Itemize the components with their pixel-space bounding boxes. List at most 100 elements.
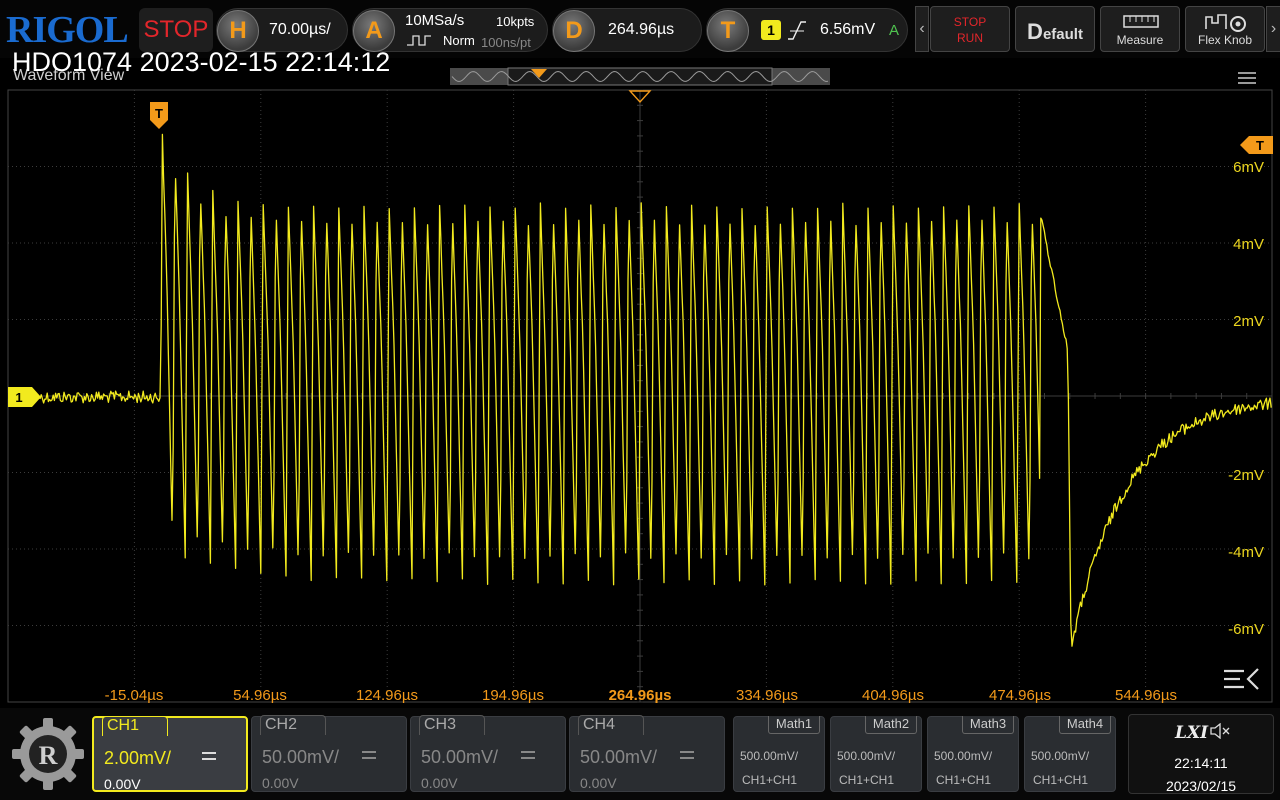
- y-tick-label: -4mV: [1228, 544, 1264, 561]
- ch1-trace: [39, 133, 1272, 647]
- dc-coupling-icon: [680, 751, 694, 759]
- svg-text:R: R: [39, 741, 58, 770]
- x-tick-label: 194.96µs: [481, 687, 545, 704]
- flex-knob-icon: [1205, 14, 1246, 32]
- toolbar-scroll-right-button[interactable]: ›: [1266, 6, 1280, 52]
- y-tick-label: 6mV: [1233, 159, 1264, 176]
- math3-panel[interactable]: Math3 500.00mV/ CH1+CH1: [927, 716, 1019, 792]
- x-tick-label: 124.96µs: [355, 687, 419, 704]
- ch1-offset-marker[interactable]: 1: [8, 387, 41, 407]
- math2-panel[interactable]: Math2 500.00mV/ CH1+CH1: [830, 716, 922, 792]
- math1-panel[interactable]: Math1 500.00mV/ CH1+CH1: [733, 716, 825, 792]
- timebase-value: 70.00µs/: [269, 21, 331, 38]
- ch4-scale: 50.00mV/: [580, 747, 658, 767]
- x-tick-label: 474.96µs: [988, 687, 1052, 704]
- ch1-offset-label: 1: [15, 390, 22, 405]
- bottom-channel-bar: R CH1 2.00mV/ 0.00V CH2 50.00mV/ 0.00V C…: [0, 708, 1280, 800]
- y-tick-label: 2mV: [1233, 313, 1264, 330]
- math2-source: CH1+CH1: [839, 773, 895, 787]
- trigger-icon: T: [707, 10, 749, 52]
- ch3-offset: 0.00V: [421, 775, 458, 791]
- stop-run-button[interactable]: STOP RUN: [930, 6, 1010, 52]
- trigger-status: A: [889, 22, 900, 39]
- flex-knob-button[interactable]: Flex Knob: [1185, 6, 1265, 52]
- dc-coupling-icon: [202, 752, 216, 760]
- ruler-icon: [1123, 15, 1159, 28]
- dc-coupling-icon: [521, 751, 535, 759]
- memory-depth: 10kpts: [496, 14, 535, 29]
- math3-scale: 500.00mV/: [934, 749, 993, 763]
- trigger-level: 6.56mV: [820, 21, 876, 38]
- math1-tab: Math1: [768, 716, 820, 734]
- ch1-offset: 0.00V: [104, 776, 141, 792]
- trigger-level-label: T: [1256, 138, 1264, 153]
- ch3-panel[interactable]: CH3 50.00mV/ 0.00V: [410, 715, 566, 792]
- menu-icon[interactable]: [1238, 72, 1256, 84]
- math4-scale: 500.00mV/: [1031, 749, 1090, 763]
- x-tick-label: 544.96µs: [1114, 687, 1178, 704]
- flex-knob-label: Flex Knob: [1197, 33, 1253, 47]
- ch2-tab: CH2: [260, 715, 326, 735]
- stop-run-bottom-label: RUN: [957, 31, 983, 45]
- lxi-icon[interactable]: LXI: [1175, 723, 1208, 743]
- math4-source: CH1+CH1: [1033, 773, 1089, 787]
- default-button[interactable]: Default: [1015, 6, 1095, 52]
- acquire-mode-icon: [407, 35, 431, 46]
- ch4-panel[interactable]: CH4 50.00mV/ 0.00V: [569, 715, 725, 792]
- x-tick-label: 404.96µs: [861, 687, 925, 704]
- ch2-scale: 50.00mV/: [262, 747, 340, 767]
- rigol-logo: RIGOL: [6, 9, 129, 51]
- rising-edge-icon: [788, 21, 806, 40]
- dc-coupling-icon: [362, 751, 376, 759]
- toolbar-scroll-left-button[interactable]: ‹: [915, 6, 929, 52]
- measure-button[interactable]: Measure: [1100, 6, 1180, 52]
- ch1-tab: CH1: [102, 716, 168, 736]
- math3-tab: Math3: [962, 716, 1014, 734]
- memory-view-window[interactable]: [507, 67, 773, 86]
- status-clock-panel[interactable]: LXI 22:14:11 2023/02/15: [1128, 714, 1274, 794]
- math4-tab: Math4: [1059, 716, 1111, 734]
- trigger-level-marker[interactable]: T: [1240, 136, 1273, 154]
- device-timestamp-caption: HDO1074 2023-02-15 22:14:12: [12, 47, 391, 77]
- y-tick-label: -2mV: [1228, 467, 1264, 484]
- measure-label: Measure: [1116, 33, 1164, 47]
- waveform-view[interactable]: T T 1 6mV 4mV 2mV -2mV -4mV -6mV -15.04µ…: [0, 62, 1280, 710]
- x-tick-label-center: 264.96µs: [608, 687, 672, 704]
- home-gear-icon[interactable]: R: [8, 714, 88, 794]
- trigger-source-badge: 1: [761, 20, 781, 40]
- zoom-menu-icon[interactable]: [1224, 668, 1259, 690]
- delay-control[interactable]: D 264.96µs: [552, 8, 702, 52]
- math2-scale: 500.00mV/: [837, 749, 896, 763]
- stop-run-top-label: STOP: [953, 15, 987, 29]
- ch4-tab: CH4: [578, 715, 644, 735]
- x-tick-label: 334.96µs: [735, 687, 799, 704]
- ch3-tab: CH3: [419, 715, 485, 735]
- speaker-muted-icon[interactable]: [1209, 723, 1231, 739]
- waveform-display[interactable]: T T 1: [0, 62, 1280, 710]
- delay-icon: D: [553, 10, 595, 52]
- ch2-offset: 0.00V: [262, 775, 299, 791]
- ch3-scale: 50.00mV/: [421, 747, 499, 767]
- ch1-scale: 2.00mV/: [104, 748, 172, 768]
- ch4-offset: 0.00V: [580, 775, 617, 791]
- math1-scale: 500.00mV/: [740, 749, 799, 763]
- math4-panel[interactable]: Math4 500.00mV/ CH1+CH1: [1024, 716, 1116, 792]
- system-time: 22:14:11: [1174, 755, 1228, 771]
- default-label: Default: [1027, 19, 1083, 44]
- memory-position-bar[interactable]: [450, 67, 830, 86]
- trigger-control[interactable]: T 1 6.56mV A: [706, 8, 908, 52]
- y-tick-label: -6mV: [1228, 621, 1264, 638]
- y-tick-label: 4mV: [1233, 236, 1264, 253]
- math3-source: CH1+CH1: [936, 773, 992, 787]
- acquire-resolution: 100ns/pt: [481, 35, 531, 50]
- math1-source: CH1+CH1: [742, 773, 798, 787]
- x-tick-label: -15.04µs: [104, 687, 164, 704]
- math2-tab: Math2: [865, 716, 917, 734]
- sample-rate: 10MSa/s: [405, 12, 465, 29]
- ch2-panel[interactable]: CH2 50.00mV/ 0.00V: [251, 715, 407, 792]
- x-tick-label: 54.96µs: [233, 687, 287, 704]
- acquire-mode: Norm: [443, 33, 475, 48]
- ch1-panel[interactable]: CH1 2.00mV/ 0.00V: [92, 716, 248, 792]
- trigger-position-marker[interactable]: T: [150, 102, 168, 129]
- trigger-position-label: T: [155, 106, 163, 121]
